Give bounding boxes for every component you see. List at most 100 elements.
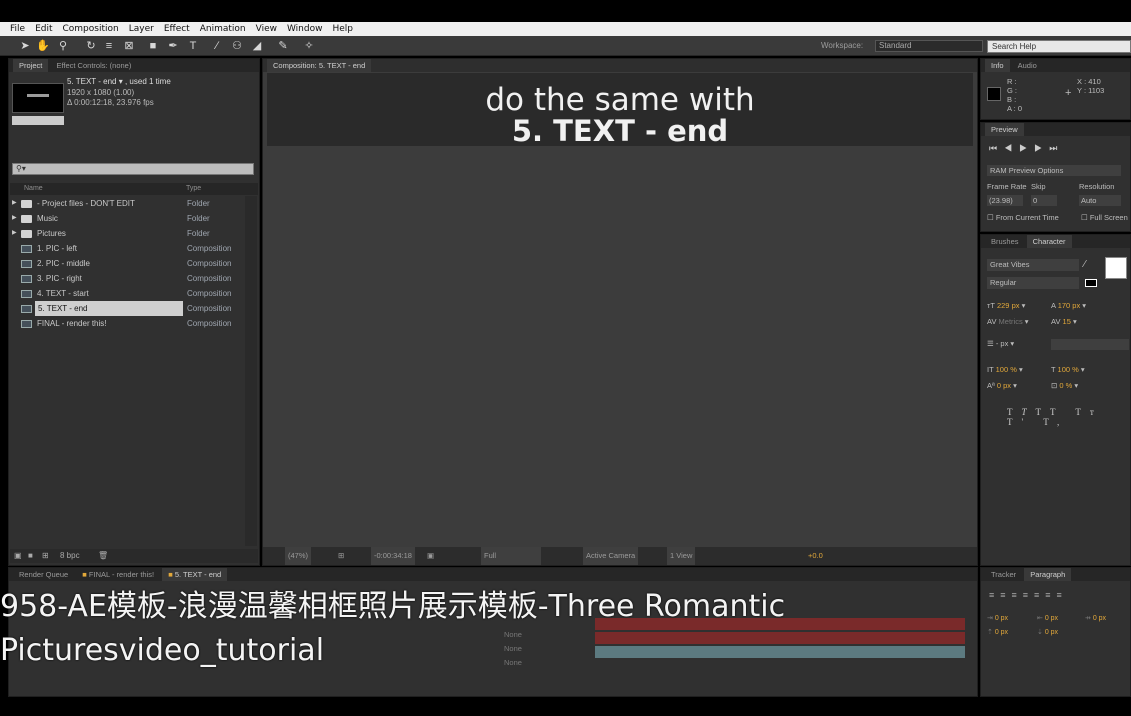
tab-paragraph[interactable]: Paragraph [1024,568,1072,581]
resolution-dropdown[interactable]: Auto [1079,195,1121,206]
puppet-tool-icon[interactable]: ✧ [302,39,316,53]
font-size-field[interactable]: ᴛT 229 px ▾ [987,301,1025,310]
interpret-footage-icon[interactable]: ▣ [14,549,22,563]
project-item[interactable]: ▶ Pictures Folder [11,226,251,241]
tracking-field[interactable]: AV 15 ▾ [1051,317,1077,326]
tab-character[interactable]: Character [1026,235,1072,248]
prev-frame-icon[interactable]: ◀ [1004,143,1019,153]
alignment-buttons[interactable]: ≡≡≡≡≡≡≡ [989,590,1068,600]
new-comp-icon[interactable]: ⊞ [42,549,49,563]
resolution-dropdown[interactable]: Full [481,547,541,565]
tab-text-end[interactable]: ■ 5. TEXT - end [162,568,228,581]
indent-left-field[interactable]: ⇥ 0 px [987,614,1008,622]
magnification-dropdown[interactable]: (47%) [285,547,312,565]
camera-tool-icon[interactable]: ≡ [102,39,116,53]
project-item[interactable]: FINAL - render this! Composition [11,316,251,331]
indent-right-field[interactable]: ⇤ 0 px [1037,614,1058,622]
camera-dropdown[interactable]: Active Camera [583,547,639,565]
stroke-width-field[interactable]: ☰ - px ▾ [987,339,1014,348]
current-time-display[interactable]: -0:00:34:18 [371,547,415,565]
eraser-tool-icon[interactable]: ◢ [250,39,264,53]
tab-audio[interactable]: Audio [1012,59,1043,72]
font-family-dropdown[interactable]: Great Vibes [987,259,1079,271]
tsume-field[interactable]: ⊡ 0 % ▾ [1051,381,1078,390]
fill-color-swatch[interactable] [1105,257,1127,279]
pen-tool-icon[interactable]: ✒ [166,39,180,53]
name-column-header[interactable]: Name [24,183,43,195]
view-layout-dropdown[interactable]: 1 View [667,547,696,565]
project-item[interactable]: 2. PIC - middle Composition [11,256,251,271]
project-item[interactable]: ▶ Music Folder [11,211,251,226]
brush-tool-icon[interactable]: ∕ [210,39,224,53]
space-after-field[interactable]: ⇣ 0 px [1037,628,1058,636]
tab-preview[interactable]: Preview [985,123,1024,136]
frame-rate-dropdown[interactable]: (23.98) [987,195,1023,206]
menu-composition[interactable]: Composition [63,24,119,34]
pan-behind-tool-icon[interactable]: ⊠ [122,39,136,53]
roto-tool-icon[interactable]: ✎ [276,39,290,53]
search-help-input[interactable]: Search Help [987,40,1131,53]
tab-final-render[interactable]: ■ FINAL - render this! [76,568,160,581]
tab-brushes[interactable]: Brushes [985,235,1025,248]
grid-icon[interactable]: ⊞ [338,547,344,565]
stroke-type-dropdown[interactable] [1051,339,1129,350]
tab-render-queue[interactable]: Render Queue [13,568,74,581]
space-before-field[interactable]: ⇡ 0 px [987,628,1008,636]
menu-window[interactable]: Window [287,24,323,34]
horizontal-scale-field[interactable]: T 100 % ▾ [1051,365,1085,374]
snapshot-icon[interactable]: ▣ [427,547,434,565]
play-icon[interactable]: ▶ [1019,143,1034,153]
next-frame-icon[interactable]: ▶ [1034,143,1049,153]
project-item-selected[interactable]: 5. TEXT - end Composition [11,301,251,316]
kerning-field[interactable]: AV Metrics ▾ [987,317,1029,326]
full-screen-checkbox[interactable]: ☐ Full Screen [1081,213,1128,222]
tab-project[interactable]: Project [13,59,49,72]
new-folder-icon[interactable]: ■ [28,549,33,563]
expand-icon[interactable]: ▶ [12,211,17,226]
menu-effect[interactable]: Effect [164,24,190,34]
menu-view[interactable]: View [256,24,277,34]
bit-depth-button[interactable]: 8 bpc [60,549,80,563]
project-item[interactable]: 3. PIC - right Composition [11,271,251,286]
menu-file[interactable]: File [10,24,25,34]
ram-preview-options-dropdown[interactable]: RAM Preview Options [987,165,1121,176]
baseline-shift-field[interactable]: Aª 0 px ▾ [987,381,1017,390]
type-column-header[interactable]: Type [186,183,201,195]
selection-tool-icon[interactable]: ➤ [18,39,32,53]
type-tool-icon[interactable]: T [186,39,200,53]
font-style-dropdown[interactable]: Regular [987,277,1079,289]
from-current-time-checkbox[interactable]: ☐ From Current Time [987,213,1059,222]
first-frame-icon[interactable]: ⏮ [989,143,1004,153]
project-item[interactable]: 4. TEXT - start Composition [11,286,251,301]
project-item[interactable]: ▶ - Project files - DON'T EDIT Folder [11,196,251,211]
hand-tool-icon[interactable]: ✋ [36,39,50,53]
skip-dropdown[interactable]: 0 [1031,195,1057,206]
project-scrollbar[interactable] [245,196,257,546]
stroke-color-swatch[interactable] [1085,279,1097,287]
eyedropper-icon[interactable]: ⁄ [1084,259,1086,270]
zoom-tool-icon[interactable]: ⚲ [56,39,70,53]
clone-tool-icon[interactable]: ⚇ [230,39,244,53]
project-item[interactable]: 1. PIC - left Composition [11,241,251,256]
menu-help[interactable]: Help [332,24,353,34]
project-search-input[interactable]: ⚲▾ [12,163,254,175]
mask-tool-icon[interactable]: ■ [146,39,160,53]
workspace-dropdown[interactable]: Standard [875,40,983,52]
leading-field[interactable]: A 170 px ▾ [1051,301,1086,310]
menu-edit[interactable]: Edit [35,24,52,34]
first-line-indent-field[interactable]: ⇸ 0 px [1085,614,1106,622]
rotate-tool-icon[interactable]: ↻ [84,39,98,53]
vertical-scale-field[interactable]: IT 100 % ▾ [987,365,1023,374]
tab-effect-controls[interactable]: Effect Controls: (none) [50,59,137,72]
expand-icon[interactable]: ▶ [12,226,17,241]
menu-animation[interactable]: Animation [200,24,246,34]
trash-icon[interactable]: 🗑 [98,549,108,563]
tab-composition[interactable]: Composition: 5. TEXT - end [267,59,372,72]
tab-info[interactable]: Info [985,59,1010,72]
text-style-buttons[interactable]: TTTT Tт T' T, [1007,407,1130,427]
last-frame-icon[interactable]: ⏭ [1049,143,1064,153]
tab-tracker[interactable]: Tracker [985,568,1022,581]
exposure-value[interactable]: +0.0 [808,547,823,565]
expand-icon[interactable]: ▶ [12,196,17,211]
menu-layer[interactable]: Layer [129,24,154,34]
